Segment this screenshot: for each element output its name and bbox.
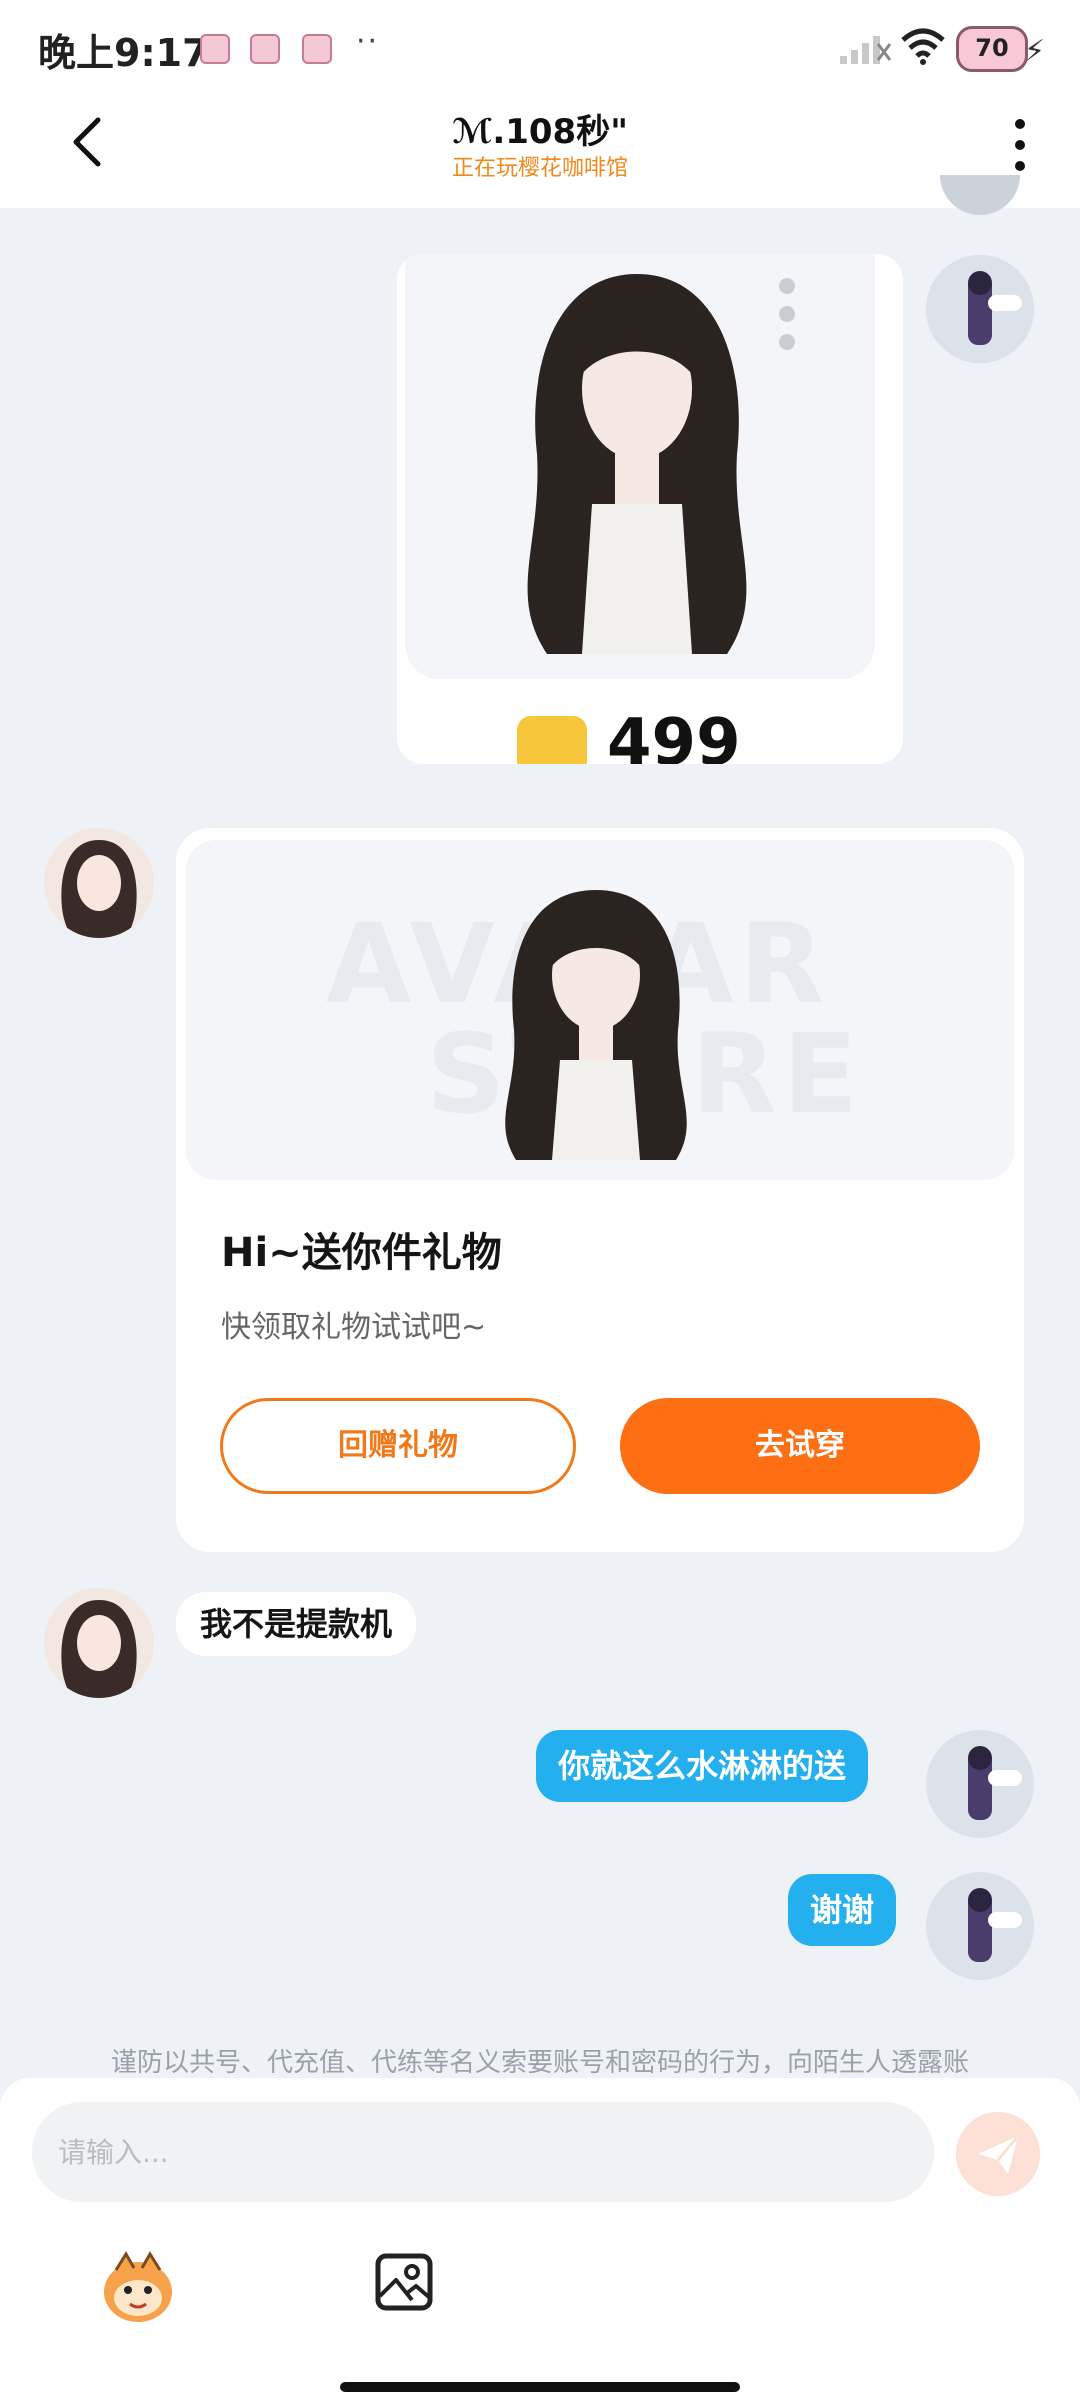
gift-image-wrap: [397, 254, 903, 684]
battery-level: 70: [975, 34, 1009, 62]
hair-item-image: [527, 274, 747, 654]
battery-icon: 70: [956, 26, 1028, 72]
image-icon[interactable]: [372, 2250, 436, 2314]
avatar-image: [926, 1730, 1034, 1838]
coin-icon: [517, 716, 587, 764]
contact-avatar-image: [44, 1588, 154, 1698]
chat-title: ℳ.108秒": [452, 112, 628, 152]
gift-preview: AVATAR STORE: [186, 840, 1014, 1180]
wifi-icon: [901, 28, 945, 65]
more-icon[interactable]: [1000, 110, 1040, 180]
avatar-image: [926, 1872, 1034, 1980]
avatar-image: [926, 255, 1034, 363]
sent-gift-card[interactable]: 499: [397, 254, 903, 764]
gift-card-title: Hi~送你件礼物: [221, 1230, 502, 1276]
notification-icon: [200, 34, 230, 64]
message-bubble-incoming[interactable]: 我不是提款机: [176, 1592, 417, 1656]
hair-item-image: [505, 890, 687, 1160]
emoji-icon[interactable]: [96, 2248, 180, 2328]
dots-decoration: [779, 278, 795, 350]
gift-card-subtitle: 快领取礼物试试吧~: [221, 1310, 487, 1345]
my-avatar[interactable]: [926, 1872, 1034, 1980]
chat-status: 正在玩樱花咖啡馆: [451, 156, 628, 181]
my-avatar[interactable]: [926, 1730, 1034, 1838]
home-indicator[interactable]: [340, 2382, 740, 2392]
try-on-button[interactable]: 去试穿: [620, 1398, 980, 1494]
notification-icon: [250, 34, 280, 64]
received-gift-card[interactable]: AVATAR STORE Hi~送你件礼物 快领取礼物试试吧~ 回赠礼物 去试穿: [176, 828, 1024, 1552]
send-button[interactable]: [956, 2112, 1040, 2196]
contact-avatar-image: [44, 828, 154, 938]
message-bubble-outgoing[interactable]: 谢谢: [788, 1874, 897, 1946]
notification-icon: [302, 34, 332, 64]
send-icon: [978, 2135, 1020, 2174]
status-time: 晚上9:17: [38, 31, 209, 75]
signal-icon: [840, 36, 892, 64]
gift-price: 499: [607, 706, 741, 764]
contact-avatar[interactable]: [44, 828, 154, 938]
my-avatar[interactable]: [926, 255, 1034, 363]
safety-notice: 谨防以共号、代充值、代练等名义索要账号和密码的行为，向陌生人透露账: [110, 2048, 969, 2078]
message-bubble-outgoing[interactable]: 你就这么水淋淋的送: [536, 1730, 869, 1802]
message-input[interactable]: [32, 2102, 934, 2202]
contact-avatar[interactable]: [44, 1588, 154, 1698]
more-notifications-indicator: ··: [356, 24, 380, 59]
return-gift-button[interactable]: 回赠礼物: [220, 1398, 576, 1494]
charging-icon: ⚡: [1024, 34, 1046, 69]
